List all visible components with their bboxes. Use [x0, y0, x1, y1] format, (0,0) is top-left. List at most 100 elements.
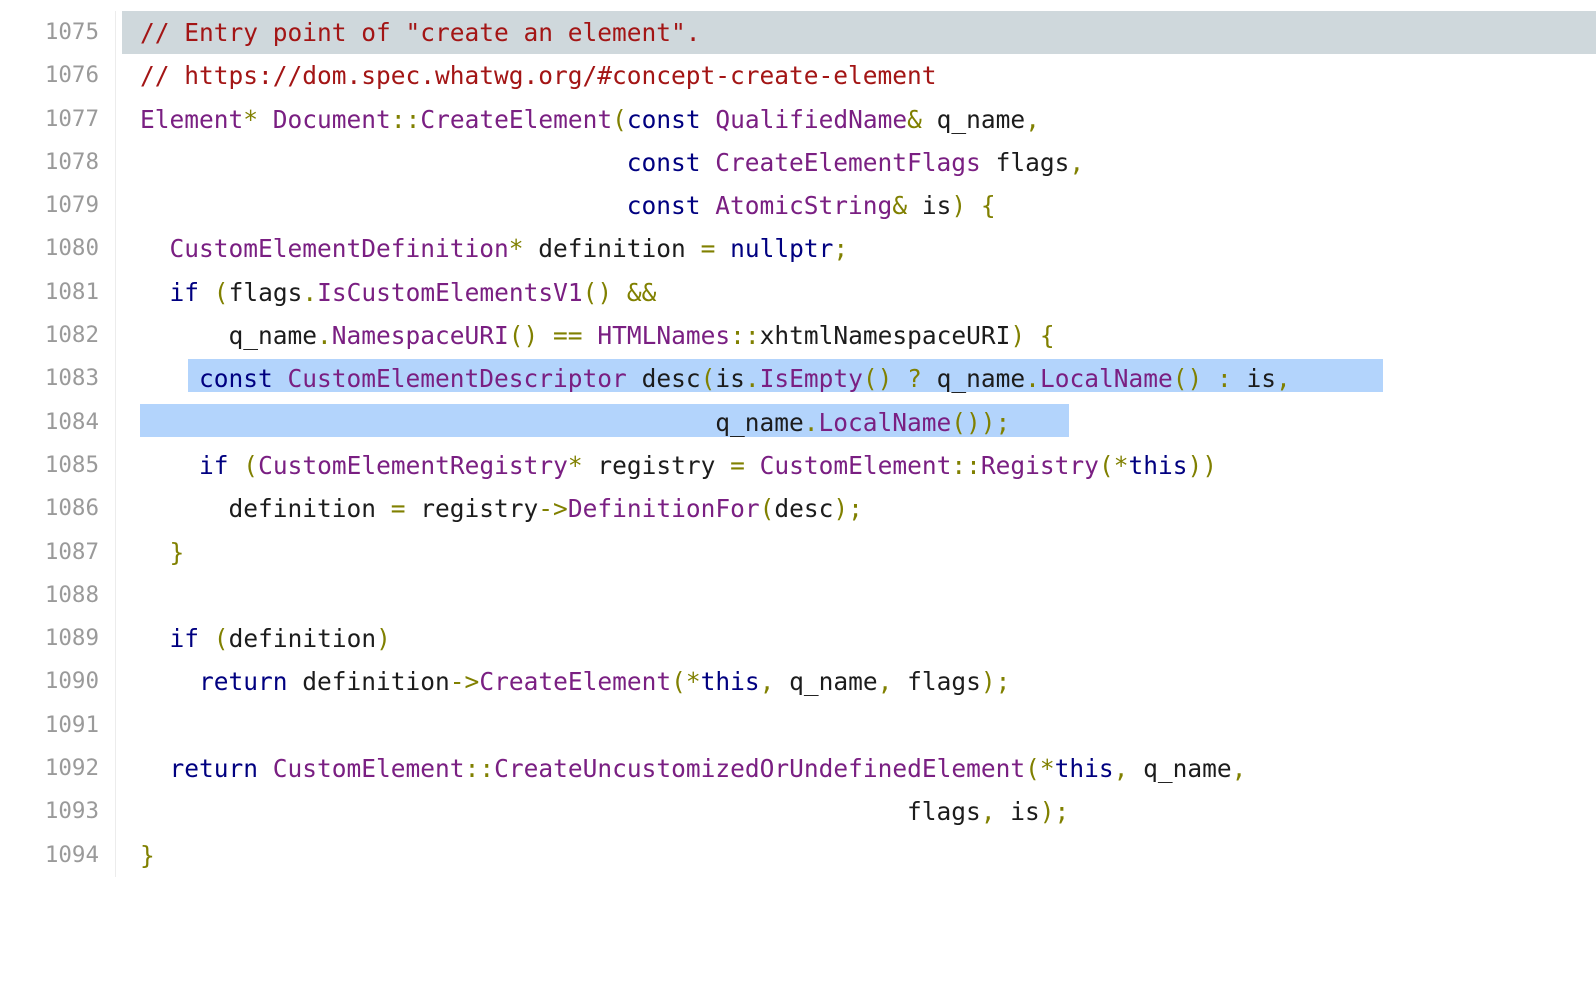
code-line-1078[interactable]: 1078 const CreateElementFlags flags,	[0, 140, 1596, 185]
line-content[interactable]: // https://dom.spec.whatwg.org/#concept-…	[140, 54, 937, 97]
line-content[interactable]: flags, is);	[140, 790, 1069, 833]
line-gutter[interactable]: 1091	[0, 703, 116, 748]
line-gutter[interactable]: 1082	[0, 314, 116, 358]
line-number[interactable]: 1077	[45, 98, 99, 141]
code-line-1076[interactable]: 1076 // https://dom.spec.whatwg.org/#con…	[0, 54, 1596, 98]
code-token: (	[213, 624, 229, 654]
line-content[interactable]: CustomElementDefinition* definition = nu…	[140, 227, 849, 270]
line-number[interactable]: 1089	[45, 617, 99, 660]
line-gutter[interactable]: 1093	[0, 790, 116, 834]
code-line-1092[interactable]: 1092 return CustomElement::CreateUncusto…	[0, 747, 1596, 791]
code-token: LocalName	[1039, 364, 1173, 394]
code-line-1088[interactable]: 1088	[0, 573, 1596, 618]
line-gutter[interactable]: 1075	[0, 11, 116, 55]
code-token: this	[700, 667, 760, 697]
code-line-1094[interactable]: 1094 }	[0, 833, 1596, 877]
line-number[interactable]: 1088	[45, 574, 99, 617]
line-content[interactable]: if (definition)	[140, 617, 391, 660]
line-number[interactable]: 1081	[45, 271, 99, 314]
line-number[interactable]: 1094	[45, 834, 99, 877]
code-token: this	[1054, 754, 1114, 784]
line-number[interactable]: 1084	[45, 401, 99, 444]
line-content[interactable]: q_name.LocalName());	[140, 401, 1010, 444]
code-line-1081[interactable]: 1081 if (flags.IsCustomElementsV1() &&	[0, 270, 1596, 315]
code-token: () :	[1172, 364, 1232, 394]
code-line-1084[interactable]: 1084 q_name.LocalName());	[0, 400, 1596, 444]
code-view[interactable]: 1075 // Entry point of "create an elemen…	[0, 11, 1596, 877]
line-content[interactable]: // Entry point of "create an element".	[140, 11, 701, 54]
code-token: Document	[272, 104, 391, 134]
line-content[interactable]: if (CustomElementRegistry* registry = Cu…	[140, 444, 1217, 487]
code-token: *	[508, 234, 524, 264]
code-token: q_name	[140, 321, 318, 351]
code-token: )	[376, 624, 391, 654]
line-number[interactable]: 1075	[45, 11, 99, 54]
line-gutter[interactable]: 1092	[0, 747, 116, 791]
line-content[interactable]: }	[140, 531, 185, 574]
code-line-1080[interactable]: 1080 CustomElementDefinition* definition…	[0, 227, 1596, 271]
line-gutter[interactable]: 1081	[0, 270, 116, 315]
code-token: (	[612, 104, 627, 134]
code-line-1091[interactable]: 1091	[0, 703, 1596, 748]
line-gutter[interactable]: 1080	[0, 227, 116, 271]
code-token: ,	[877, 667, 893, 697]
line-number[interactable]: 1085	[45, 444, 99, 487]
line-content[interactable]: q_name.NamespaceURI() == HTMLNames::xhtm…	[140, 314, 1055, 357]
code-token: q_name	[1128, 754, 1232, 784]
code-line-1085[interactable]: 1085 if (CustomElementRegistry* registry…	[0, 443, 1596, 488]
line-gutter[interactable]: 1088	[0, 573, 116, 618]
code-token: desc	[774, 494, 834, 524]
line-number[interactable]: 1083	[45, 357, 99, 400]
line-content[interactable]: return definition->CreateElement(*this, …	[140, 660, 1010, 703]
line-gutter[interactable]: 1083	[0, 357, 116, 401]
line-gutter[interactable]: 1094	[0, 833, 116, 877]
code-line-1079[interactable]: 1079 const AtomicString& is) {	[0, 184, 1596, 228]
line-content[interactable]: const CustomElementDescriptor desc(is.Is…	[140, 357, 1291, 400]
line-gutter[interactable]: 1077	[0, 97, 116, 141]
code-line-1083[interactable]: 1083 const CustomElementDescriptor desc(…	[0, 357, 1596, 401]
line-content[interactable]: Element* Document::CreateElement(const Q…	[140, 98, 1040, 141]
code-line-1086[interactable]: 1086 definition = registry->DefinitionFo…	[0, 487, 1596, 531]
code-line-1093[interactable]: 1093 flags, is);	[0, 790, 1596, 834]
line-number[interactable]: 1078	[45, 141, 99, 184]
line-gutter[interactable]: 1076	[0, 54, 116, 98]
code-line-1075[interactable]: 1075 // Entry point of "create an elemen…	[0, 11, 1596, 55]
line-number[interactable]: 1076	[45, 54, 99, 97]
code-line-1089[interactable]: 1089 if (definition)	[0, 617, 1596, 661]
line-number[interactable]: 1090	[45, 660, 99, 703]
line-content[interactable]: definition = registry->DefinitionFor(des…	[140, 487, 863, 530]
code-line-1077[interactable]: 1077 Element* Document::CreateElement(co…	[0, 97, 1596, 141]
line-gutter[interactable]: 1079	[0, 184, 116, 228]
line-content[interactable]: }	[140, 834, 155, 877]
line-number[interactable]: 1082	[45, 314, 99, 357]
code-line-1082[interactable]: 1082 q_name.NamespaceURI() == HTMLNames:…	[0, 314, 1596, 358]
line-content[interactable]: if (flags.IsCustomElementsV1() &&	[140, 271, 657, 314]
line-number[interactable]: 1092	[45, 747, 99, 790]
line-number[interactable]: 1080	[45, 227, 99, 270]
code-line-1087[interactable]: 1087 }	[0, 530, 1596, 574]
line-number[interactable]: 1093	[45, 790, 99, 833]
line-number[interactable]: 1091	[45, 704, 99, 747]
code-token: LocalName	[818, 407, 952, 437]
line-content[interactable]: return CustomElement::CreateUncustomized…	[140, 747, 1247, 790]
line-number[interactable]: 1086	[45, 487, 99, 530]
line-gutter[interactable]: 1078	[0, 140, 116, 185]
line-content[interactable]: const AtomicString& is) {	[140, 184, 996, 227]
line-gutter[interactable]: 1089	[0, 617, 116, 661]
code-token: =	[730, 450, 745, 480]
code-token: CustomElementDescriptor	[287, 364, 627, 394]
code-token: DefinitionFor	[567, 494, 760, 524]
line-gutter[interactable]: 1087	[0, 530, 116, 574]
line-gutter[interactable]: 1086	[0, 487, 116, 531]
code-token: *	[243, 104, 259, 134]
line-gutter[interactable]: 1085	[0, 443, 116, 488]
code-line-1090[interactable]: 1090 return definition->CreateElement(*t…	[0, 660, 1596, 704]
line-gutter[interactable]: 1090	[0, 660, 116, 704]
line-number[interactable]: 1087	[45, 531, 99, 574]
line-number[interactable]: 1079	[45, 184, 99, 227]
line-gutter[interactable]: 1084	[0, 400, 116, 444]
line-content[interactable]: const CreateElementFlags flags,	[140, 141, 1084, 184]
